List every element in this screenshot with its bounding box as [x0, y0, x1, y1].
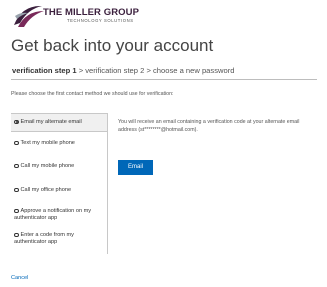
cancel-link[interactable]: Cancel — [11, 275, 28, 281]
option-label: Text my mobile phone — [20, 140, 75, 146]
instruction-text: Please choose the first contact method w… — [11, 91, 174, 97]
brand-tagline: TECHNOLOGY SOLUTIONS — [67, 18, 134, 23]
step-separator: > — [144, 66, 153, 75]
radio-icon[interactable] — [14, 140, 19, 145]
step-breadcrumb: verification step 1 > verification step … — [12, 66, 234, 75]
option-label: Approve a notification on my authenticat… — [14, 208, 92, 222]
brand-name: THE MILLER GROUP — [43, 7, 140, 18]
company-logo: THE MILLER GROUP TECHNOLOGY SOLUTIONS — [12, 3, 152, 29]
radio-icon[interactable] — [14, 187, 19, 192]
option-label: Call my office phone — [20, 187, 72, 193]
radio-selected-icon[interactable] — [14, 119, 19, 124]
option-email-alternate[interactable]: Email my alternate email — [11, 113, 107, 132]
option-label: Call my mobile phone — [20, 163, 75, 169]
divider — [11, 79, 317, 80]
radio-icon[interactable] — [14, 163, 19, 168]
page-title: Get back into your account — [11, 36, 214, 55]
swoosh-logo-icon — [14, 5, 44, 27]
option-label: Enter a code from my authenticator app — [14, 232, 74, 246]
option-call-office[interactable]: Call my office phone — [11, 187, 107, 194]
option-authenticator-code[interactable]: Enter a code from my authenticator app — [11, 232, 107, 246]
email-button[interactable]: Email — [118, 160, 153, 175]
option-call-mobile[interactable]: Call my mobile phone — [11, 163, 107, 170]
method-description: You will receive an email containing a v… — [118, 119, 300, 133]
contact-method-list: Email my alternate email Text my mobile … — [11, 113, 108, 254]
step-separator: > — [76, 66, 86, 75]
option-text-mobile[interactable]: Text my mobile phone — [11, 140, 107, 147]
radio-icon[interactable] — [14, 232, 19, 237]
step-2: verification step 2 — [85, 66, 145, 75]
step-3: choose a new password — [152, 66, 235, 75]
radio-icon[interactable] — [14, 208, 19, 213]
step-1-current: verification step 1 — [12, 66, 77, 75]
option-approve-notification[interactable]: Approve a notification on my authenticat… — [11, 208, 107, 222]
option-label: Email my alternate email — [20, 119, 82, 125]
verification-panel: Email my alternate email Text my mobile … — [11, 113, 317, 254]
